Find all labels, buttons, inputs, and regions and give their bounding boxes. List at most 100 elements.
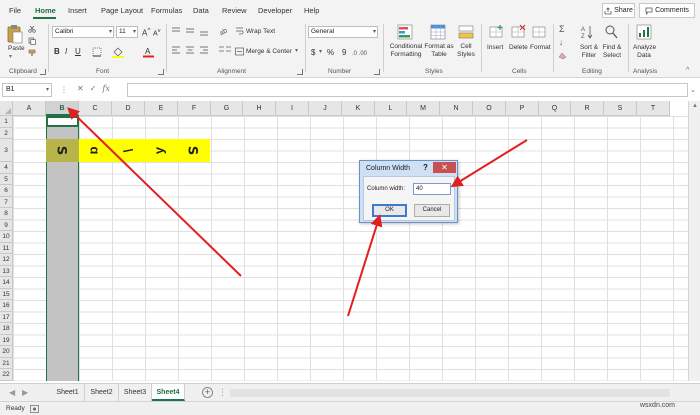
italic-button[interactable]: I: [65, 47, 67, 57]
cut-icon[interactable]: [28, 25, 36, 33]
wrap-text-button[interactable]: Wrap Text: [246, 28, 275, 36]
row-header-16[interactable]: 16: [0, 300, 13, 312]
column-header-a[interactable]: A: [13, 101, 46, 116]
horizontal-scrollbar[interactable]: [230, 389, 670, 397]
active-cell-b1[interactable]: [46, 116, 79, 127]
expand-formula-bar-icon[interactable]: ⌄: [690, 86, 696, 94]
column-header-t[interactable]: T: [637, 101, 670, 116]
sheet-tab-sheet4[interactable]: Sheet4: [152, 384, 185, 401]
row-header-8[interactable]: 8: [0, 208, 13, 220]
find-select-button[interactable]: Find & Select: [601, 44, 623, 60]
paste-dropdown-icon[interactable]: ▾: [9, 54, 12, 61]
previous-sheet-icon[interactable]: ◀: [9, 388, 15, 397]
scroll-up-icon[interactable]: ▲: [692, 103, 698, 109]
column-header-j[interactable]: J: [309, 101, 342, 116]
comments-button[interactable]: Comments: [639, 3, 695, 18]
fill-icon[interactable]: ↓: [559, 38, 563, 48]
tab-page-layout[interactable]: Page Layout: [101, 6, 143, 15]
percent-button[interactable]: %: [327, 48, 334, 58]
column-header-g[interactable]: G: [211, 101, 243, 116]
horizontal-align-icons[interactable]: [171, 46, 219, 56]
name-box[interactable]: B1 ▾: [2, 83, 52, 97]
column-header-k[interactable]: K: [342, 101, 375, 116]
vertical-align-icons[interactable]: [171, 27, 219, 36]
row-header-2[interactable]: 2: [0, 127, 13, 139]
merge-center-button[interactable]: Merge & Center: [246, 48, 292, 56]
row-header-21[interactable]: 21: [0, 357, 13, 369]
column-header-e[interactable]: E: [145, 101, 178, 116]
row-header-5[interactable]: 5: [0, 173, 13, 185]
borders-icon[interactable]: [92, 47, 102, 57]
column-header-s[interactable]: S: [604, 101, 637, 116]
cancel-entry-icon[interactable]: ✕: [77, 84, 84, 93]
analyze-data-button[interactable]: Analyze Data: [633, 44, 656, 60]
tab-insert[interactable]: Insert: [68, 6, 87, 15]
row-header-18[interactable]: 18: [0, 323, 13, 335]
row-header-7[interactable]: 7: [0, 196, 13, 208]
font-size-select[interactable]: 11 ▾: [116, 26, 138, 38]
next-sheet-icon[interactable]: ▶: [22, 388, 28, 397]
tab-file[interactable]: File: [9, 6, 21, 15]
help-icon[interactable]: ?: [423, 163, 428, 172]
row-header-6[interactable]: 6: [0, 185, 13, 197]
cancel-button[interactable]: Cancel: [414, 204, 450, 217]
tab-developer[interactable]: Developer: [258, 6, 292, 15]
ok-button[interactable]: OK: [372, 204, 407, 217]
insert-function-button[interactable]: fx: [102, 84, 109, 93]
row-header-19[interactable]: 19: [0, 334, 13, 346]
tab-data[interactable]: Data: [193, 6, 209, 15]
delete-button[interactable]: Delete: [509, 44, 528, 52]
column-header-o[interactable]: O: [473, 101, 506, 116]
collapse-ribbon-icon[interactable]: ^: [686, 67, 689, 75]
orientation-icon[interactable]: ab: [218, 26, 228, 36]
share-button[interactable]: Share: [602, 3, 635, 18]
column-header-n[interactable]: N: [440, 101, 473, 116]
clipboard-launcher-icon[interactable]: [40, 69, 46, 75]
increase-font-size-icon[interactable]: A^: [142, 27, 150, 38]
sheet-tab-sheet1[interactable]: Sheet1: [51, 384, 85, 401]
tab-help[interactable]: Help: [304, 6, 319, 15]
row-header-9[interactable]: 9: [0, 219, 13, 231]
close-button[interactable]: ✕: [433, 162, 456, 173]
alignment-launcher-icon[interactable]: [297, 69, 303, 75]
decrease-font-size-icon[interactable]: Av: [153, 28, 161, 39]
column-header-p[interactable]: P: [506, 101, 539, 116]
clear-icon[interactable]: [558, 51, 567, 60]
column-header-f[interactable]: F: [178, 101, 211, 116]
column-header-b[interactable]: B: [46, 101, 79, 116]
comma-style-button[interactable]: 9: [342, 48, 346, 58]
sheet-tab-sheet2[interactable]: Sheet2: [85, 384, 119, 401]
row-header-15[interactable]: 15: [0, 288, 13, 300]
bold-button[interactable]: B: [54, 47, 60, 57]
decimal-icons[interactable]: .0 .00: [352, 47, 374, 57]
enter-entry-icon[interactable]: ✓: [90, 84, 97, 93]
fill-color-icon[interactable]: [112, 47, 124, 58]
row-header-4[interactable]: 4: [0, 162, 13, 174]
select-all-button[interactable]: [0, 101, 13, 116]
format-as-table-button[interactable]: Format as Table: [424, 43, 454, 59]
tab-split-icon[interactable]: ⋮: [218, 387, 227, 398]
column-header-l[interactable]: L: [375, 101, 407, 116]
row-header-13[interactable]: 13: [0, 265, 13, 277]
chevron-down-icon[interactable]: ▾: [295, 48, 298, 55]
format-button[interactable]: Format: [530, 44, 551, 52]
vertical-scrollbar[interactable]: ▲: [688, 101, 700, 381]
copy-icon[interactable]: [28, 37, 36, 45]
tab-formulas[interactable]: Formulas: [151, 6, 182, 15]
column-header-d[interactable]: D: [112, 101, 145, 116]
formula-input[interactable]: [127, 83, 688, 97]
tab-review[interactable]: Review: [222, 6, 247, 15]
row-header-3[interactable]: 3: [0, 139, 13, 162]
tab-home[interactable]: Home: [35, 6, 56, 15]
row-header-20[interactable]: 20: [0, 346, 13, 358]
sheet-tab-sheet3[interactable]: Sheet3: [119, 384, 152, 401]
autosum-icon[interactable]: Σ: [559, 24, 565, 35]
column-header-q[interactable]: Q: [539, 101, 571, 116]
number-format-select[interactable]: General ▾: [308, 26, 378, 38]
row-header-1[interactable]: 1: [0, 116, 13, 128]
add-sheet-button[interactable]: +: [202, 387, 213, 398]
column-header-h[interactable]: H: [243, 101, 276, 116]
row-header-17[interactable]: 17: [0, 311, 13, 323]
macro-record-icon[interactable]: [30, 405, 39, 413]
paste-button[interactable]: [6, 24, 24, 46]
